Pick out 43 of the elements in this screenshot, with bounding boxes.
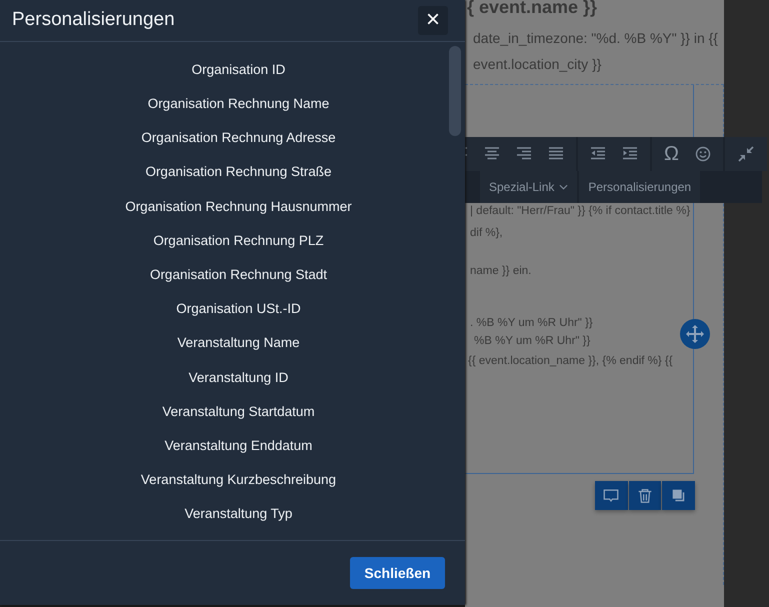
align-center-icon[interactable] [484,147,500,161]
toolbar-menu[interactable]: Spezial-Link [480,171,578,203]
list-item[interactable]: Organisation Rechnung Stadt [150,266,328,284]
list-item[interactable]: Veranstaltung Name [177,334,300,352]
speech-bubble-icon [602,486,620,504]
template-heading: { event.name }} [467,0,598,17]
close-button[interactable]: × [418,6,448,35]
move-handle-icon[interactable] [680,319,710,349]
list-item[interactable]: Organisation ID [192,60,286,79]
indent-icon[interactable] [622,147,638,161]
list-item[interactable]: Veranstaltung Typ [184,505,292,524]
list-item[interactable]: Organisation Rechnung Hausnummer [125,198,352,216]
list-item[interactable]: Organisation Rechnung Straße [145,163,332,182]
dialog-title: Personalisierungen [12,9,175,32]
list-item[interactable]: Organisation Rechnung Name [148,95,330,114]
template-text: | default: "Herr/Frau" }} {% if contact.title %} [469,204,692,219]
template-text: name }} ein. [469,264,532,279]
template-text: event.location_city }} [472,55,602,74]
list-item[interactable]: Veranstaltung Kurzbeschreibung [140,471,336,490]
toolbar-menu[interactable]: Personalisierungen [579,171,700,203]
list-item[interactable]: Organisation Rechnung Adresse [141,129,336,148]
duplicate-button[interactable] [662,481,696,510]
special-character-button[interactable]: Ω [664,144,679,164]
template-text: date_in_timezone: "%d. %B %Y" }} in {{ [472,29,719,48]
list-item[interactable]: Veranstaltung Startdatum [162,402,315,421]
delete-button[interactable] [628,481,662,510]
trash-icon [636,486,654,504]
align-right-icon[interactable] [516,147,532,161]
list-item[interactable]: Veranstaltung ID [188,368,288,387]
list-item[interactable]: Organisation USt.-ID [176,300,301,318]
template-text: . %B %Y um %R Uhr" }} [469,316,594,331]
list-item[interactable]: Veranstaltung Enddatum [164,436,312,455]
justify-icon[interactable] [548,147,564,161]
template-text: {{ event.location_name }}, {% endif %} {{ [467,354,674,369]
template-text: %B %Y um %R Uhr" }} [473,334,592,349]
emoji-icon[interactable] [694,146,711,162]
collapse-icon[interactable] [736,145,755,163]
outdent-icon[interactable] [590,147,606,161]
comment-button[interactable] [595,481,628,510]
list-item[interactable]: Organisation Rechnung PLZ [153,232,324,250]
close-button[interactable]: Schließen [350,556,445,589]
template-text: dif %}, [469,226,504,241]
scrollbar-thumb[interactable] [449,46,461,136]
